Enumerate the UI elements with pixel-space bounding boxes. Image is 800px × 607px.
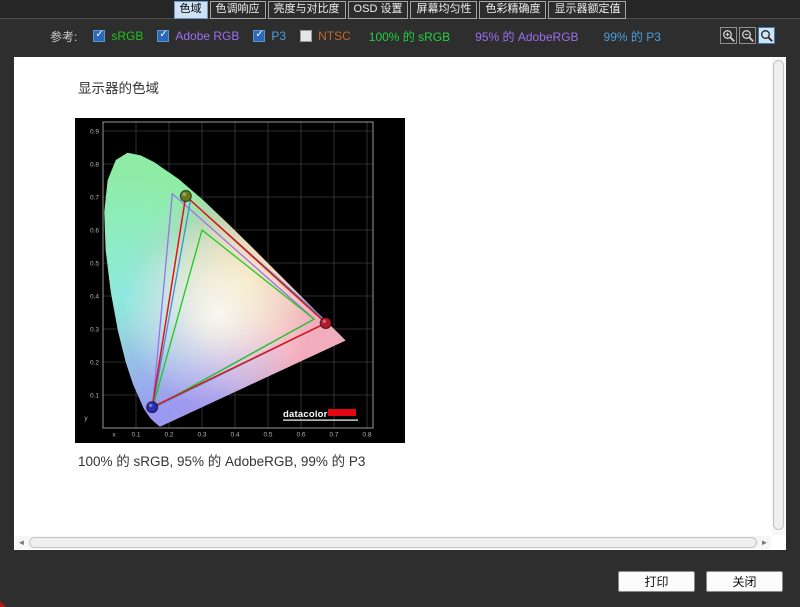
svg-text:0.4: 0.4 bbox=[230, 432, 239, 439]
svg-text:0.5: 0.5 bbox=[90, 260, 99, 267]
checkbox-group-ntsc: NTSC bbox=[300, 29, 351, 43]
ntsc-checkbox-label: NTSC bbox=[318, 29, 351, 43]
horizontal-scrollbar-thumb[interactable] bbox=[29, 537, 757, 548]
srgb-checkbox-label: sRGB bbox=[111, 29, 143, 43]
svg-text:0.8: 0.8 bbox=[362, 432, 371, 439]
tab-color-accuracy[interactable]: 色彩精确度 bbox=[479, 1, 546, 19]
svg-text:0.3: 0.3 bbox=[90, 326, 99, 333]
scroll-right-arrow-icon[interactable]: ► bbox=[758, 536, 771, 549]
svg-text:0.1: 0.1 bbox=[131, 432, 140, 439]
report-tab-bar: 色域 色调响应 亮度与对比度 OSD 设置 屏幕均匀性 色彩精确度 显示器额定值 bbox=[0, 0, 800, 19]
svg-text:0.5: 0.5 bbox=[263, 432, 272, 439]
tab-display-ratings[interactable]: 显示器额定值 bbox=[548, 1, 626, 19]
tab-brightness-contrast[interactable]: 亮度与对比度 bbox=[268, 1, 346, 19]
svg-text:0.6: 0.6 bbox=[296, 432, 305, 439]
svg-text:0.7: 0.7 bbox=[329, 432, 338, 439]
coverage-p3: 99% 的 P3 bbox=[604, 28, 661, 45]
coverage-adobergb: 95% 的 AdobeRGB bbox=[475, 28, 578, 45]
report-panel: 显示器的色域 bbox=[14, 57, 786, 550]
spyder-logo-fragment bbox=[0, 601, 6, 607]
page-title: 显示器的色域 bbox=[78, 77, 159, 97]
coverage-srgb: 100% 的 sRGB bbox=[369, 28, 450, 45]
p3-checkbox[interactable] bbox=[253, 30, 265, 42]
svg-text:0.3: 0.3 bbox=[197, 432, 206, 439]
svg-text:0.6: 0.6 bbox=[90, 227, 99, 234]
gamut-summary-caption: 100% 的 sRGB, 95% 的 AdobeRGB, 99% 的 P3 bbox=[78, 450, 365, 470]
svg-text:0.2: 0.2 bbox=[164, 432, 173, 439]
zoom-controls bbox=[720, 27, 775, 44]
vertical-scrollbar-thumb[interactable] bbox=[773, 60, 784, 530]
horizontal-scrollbar[interactable]: ◄ ► bbox=[15, 536, 771, 549]
svg-text:0.8: 0.8 bbox=[90, 161, 99, 168]
srgb-checkbox[interactable] bbox=[93, 30, 105, 42]
svg-text:0.1: 0.1 bbox=[90, 392, 99, 399]
tab-osd-settings[interactable]: OSD 设置 bbox=[348, 1, 409, 19]
close-button[interactable]: 关闭 bbox=[706, 571, 783, 592]
zoom-in-button[interactable] bbox=[720, 27, 737, 44]
tab-gamut[interactable]: 色域 bbox=[174, 1, 208, 19]
tab-screen-uniformity[interactable]: 屏幕均匀性 bbox=[410, 1, 477, 19]
coverage-results: 100% 的 sRGB 95% 的 AdobeRGB 99% 的 P3 bbox=[369, 28, 686, 45]
vertical-scrollbar[interactable] bbox=[772, 58, 785, 535]
gamut-chart-container: 0.1 0.2 0.3 0.4 0.5 0.6 0.7 0.8 0.1 0.2 0.3 0.4 0.5 0… bbox=[75, 118, 405, 443]
tab-tone-response[interactable]: 色调响应 bbox=[210, 1, 266, 19]
svg-text:datacolor: datacolor bbox=[283, 409, 328, 420]
checkbox-group-adobergb: Adobe RGB bbox=[157, 29, 239, 43]
magnifier-minus-icon bbox=[741, 29, 755, 43]
svg-text:0.2: 0.2 bbox=[90, 359, 99, 366]
scroll-left-arrow-icon[interactable]: ◄ bbox=[15, 536, 28, 549]
print-button[interactable]: 打印 bbox=[618, 571, 695, 592]
checkbox-group-srgb: sRGB bbox=[93, 29, 143, 43]
zoom-reset-button[interactable] bbox=[758, 27, 775, 44]
p3-checkbox-label: P3 bbox=[271, 29, 286, 43]
adobergb-checkbox[interactable] bbox=[157, 30, 169, 42]
magnifier-icon bbox=[760, 29, 774, 43]
magnifier-plus-icon bbox=[722, 29, 736, 43]
adobergb-checkbox-label: Adobe RGB bbox=[175, 29, 239, 43]
checkbox-group-p3: P3 bbox=[253, 29, 286, 43]
cie-chromaticity-chart: 0.1 0.2 0.3 0.4 0.5 0.6 0.7 0.8 0.1 0.2 0.3 0.4 0.5 0… bbox=[75, 118, 405, 443]
reference-label: 参考: bbox=[50, 28, 77, 45]
svg-text:0.7: 0.7 bbox=[90, 194, 99, 201]
svg-text:0.4: 0.4 bbox=[90, 293, 99, 300]
ntsc-checkbox[interactable] bbox=[300, 30, 312, 42]
zoom-out-button[interactable] bbox=[739, 27, 756, 44]
svg-text:0.9: 0.9 bbox=[90, 128, 99, 135]
reference-toolbar: 参考: sRGB Adobe RGB P3 NTSC 100% 的 sRGB 9… bbox=[50, 26, 686, 46]
